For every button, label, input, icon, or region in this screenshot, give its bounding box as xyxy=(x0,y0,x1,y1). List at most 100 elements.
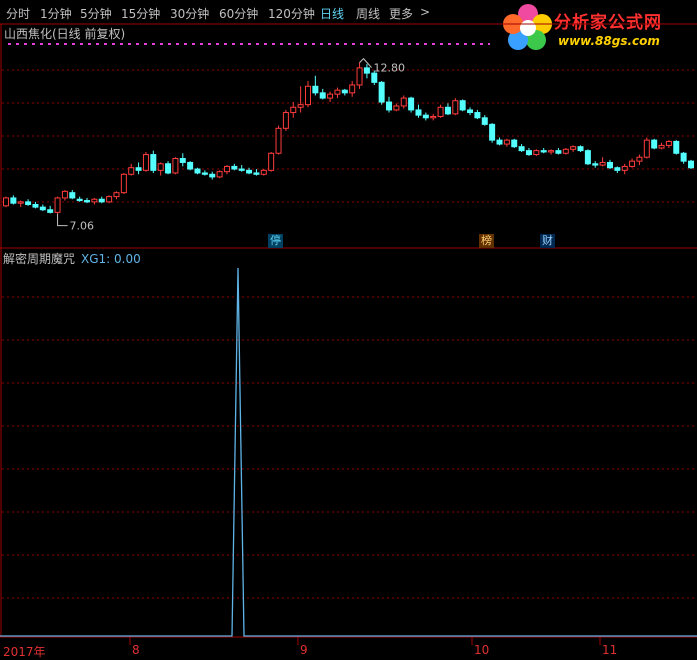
x-axis-label: 2017年 xyxy=(3,645,46,659)
low-pointer xyxy=(57,213,68,227)
candle xyxy=(223,165,230,175)
candle xyxy=(356,62,363,89)
candle xyxy=(408,96,415,113)
candle xyxy=(643,137,650,159)
candle xyxy=(201,170,208,176)
chart-canvas: 12.80 7.06 xyxy=(0,23,697,645)
candle xyxy=(69,190,76,200)
candle xyxy=(496,137,503,146)
candle xyxy=(10,195,17,205)
candle xyxy=(17,200,24,208)
candle xyxy=(327,91,334,103)
candle xyxy=(319,88,326,100)
candle xyxy=(260,169,267,176)
candle xyxy=(304,81,311,108)
candle xyxy=(341,88,348,96)
x-axis-label: 10 xyxy=(474,643,490,657)
candle xyxy=(430,113,437,121)
candle xyxy=(592,161,599,168)
candlestick-series xyxy=(3,62,694,214)
candle xyxy=(665,140,672,149)
marker-rank[interactable]: 榜 xyxy=(479,234,494,248)
candle xyxy=(525,148,532,156)
candle xyxy=(452,98,459,116)
indicator-series xyxy=(0,267,697,637)
candle xyxy=(238,165,245,172)
candle xyxy=(290,102,297,118)
candle xyxy=(503,138,510,147)
x-axis-label: 11 xyxy=(602,643,618,657)
candle xyxy=(459,99,466,112)
candle xyxy=(570,145,577,152)
candle xyxy=(378,81,385,105)
candle xyxy=(216,170,223,179)
candle xyxy=(113,191,120,200)
high-pointer xyxy=(359,57,372,68)
low-price-label: 7.06 xyxy=(70,220,95,233)
candle xyxy=(54,196,61,214)
candle xyxy=(444,103,451,116)
marker-stop[interactable]: 停 xyxy=(268,234,283,248)
candle xyxy=(422,112,429,121)
candle xyxy=(562,148,569,155)
candle xyxy=(680,151,687,164)
candle xyxy=(518,144,525,152)
candle xyxy=(275,125,282,155)
candle xyxy=(606,159,613,170)
candle xyxy=(673,140,680,155)
xg1-line xyxy=(0,267,697,637)
high-price-label: 12.80 xyxy=(374,62,406,75)
candle xyxy=(533,149,540,156)
candle xyxy=(658,142,665,150)
candle xyxy=(209,171,216,180)
candle xyxy=(489,123,496,143)
candle xyxy=(577,145,584,152)
candle xyxy=(47,205,54,214)
candle xyxy=(3,196,9,208)
candle xyxy=(393,103,400,112)
candle xyxy=(253,169,260,176)
candle xyxy=(135,162,142,175)
candle xyxy=(194,167,201,175)
x-axis-label: 9 xyxy=(300,643,308,657)
candle xyxy=(76,196,83,202)
candle xyxy=(128,163,135,176)
candle xyxy=(363,63,370,79)
candle xyxy=(334,87,341,99)
candle xyxy=(282,109,289,131)
candle xyxy=(555,148,562,155)
candle xyxy=(540,148,547,154)
candle xyxy=(688,159,694,170)
candle xyxy=(386,96,393,113)
candle xyxy=(599,157,606,167)
candle xyxy=(172,157,179,175)
candle xyxy=(187,161,194,171)
candle xyxy=(32,201,39,209)
candle xyxy=(142,151,149,172)
candle xyxy=(415,104,422,118)
grid-lines xyxy=(0,23,697,645)
candle xyxy=(584,149,591,166)
candle xyxy=(297,86,304,113)
candle xyxy=(268,151,275,172)
candle xyxy=(106,195,113,204)
candle xyxy=(150,150,157,173)
marker-finance[interactable]: 财 xyxy=(540,234,555,248)
candle xyxy=(179,153,186,167)
candle xyxy=(165,161,172,175)
candle xyxy=(511,138,518,149)
candle xyxy=(98,196,105,204)
candle xyxy=(636,154,643,166)
candle xyxy=(91,197,98,205)
candle xyxy=(651,138,658,150)
candle xyxy=(437,104,444,118)
candle xyxy=(621,163,628,175)
candle xyxy=(157,162,164,176)
candle xyxy=(61,190,68,201)
x-axis-label: 8 xyxy=(132,643,140,657)
candle xyxy=(25,199,32,206)
candle xyxy=(614,166,621,173)
candle xyxy=(467,107,474,116)
candle xyxy=(400,95,407,109)
candle xyxy=(231,163,238,171)
